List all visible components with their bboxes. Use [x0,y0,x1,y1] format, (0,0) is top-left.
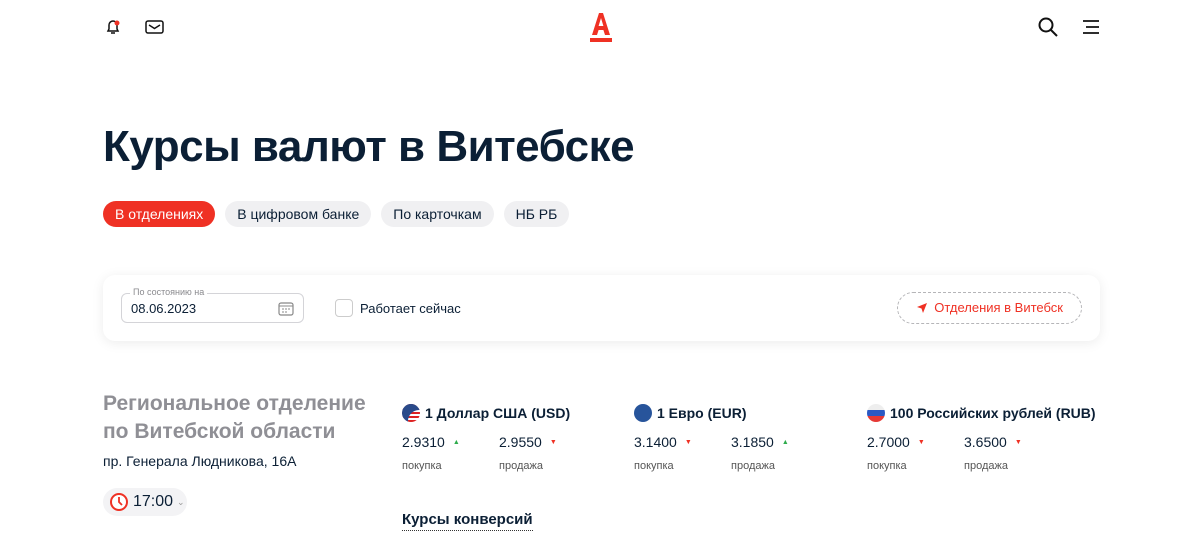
office-name-line2: по Витебской области [103,420,336,443]
notifications-button[interactable] [104,18,122,41]
currency-name: 1 Евро (EUR) [657,405,747,421]
sell-label: продажа [731,460,775,472]
menu-button[interactable] [1082,19,1100,40]
page-title: Курсы валют в Витебске [103,122,635,171]
office-name: Региональное отделение по Витебской облас… [103,390,366,446]
branches-label: Отделения в Витебск [934,300,1063,315]
arrow-down-icon: ▼ [549,439,557,447]
alfa-logo[interactable] [589,9,613,50]
tab-digital-bank[interactable]: В цифровом банке [225,201,372,227]
buy-label: покупка [867,460,907,472]
eu-flag-icon [634,404,652,422]
arrow-up-icon: ▲ [452,439,460,447]
buy-label: покупка [634,460,674,472]
us-flag-icon [402,404,420,422]
office-name-line1: Региональное отделение [103,392,366,415]
filter-panel: По состоянию на 08.06.2023 Работает сейч… [103,275,1100,341]
arrow-down-icon: ▼ [917,439,925,447]
navigation-icon [917,303,928,313]
calendar-icon[interactable] [278,301,294,316]
sell-rate: 3.6500 [964,434,1007,450]
arrow-up-icon: ▲ [781,439,789,447]
ru-flag-icon [867,404,885,422]
hours-value: 17:00 [133,493,174,510]
office-address: пр. Генерала Людникова, 16А [103,453,297,469]
buy-rate: 2.7000 [867,434,910,450]
date-value: 08.06.2023 [131,301,197,316]
date-field[interactable]: По состоянию на 08.06.2023 [121,287,304,323]
rate-tabs: В отделениях В цифровом банке По карточк… [103,201,570,227]
currency-name: 1 Доллар США (USD) [425,405,571,421]
open-now-label[interactable]: Работает сейчас [360,301,461,316]
clock-icon [110,493,128,511]
bell-icon [106,20,120,34]
buy-rate: 3.1400 [634,434,677,450]
currency-eur: 1 Евро (EUR) 3.1400 ▼ покупка 3.1850 ▲ прода… [634,404,854,472]
sell-rate: 3.1850 [731,434,774,450]
search-button[interactable] [1038,17,1058,42]
sell-rate: 2.9550 [499,434,542,450]
arrow-down-icon: ▼ [684,439,692,447]
currency-name: 100 Российских рублей (RUB) [890,405,1096,421]
date-label: По состоянию на [130,287,208,297]
currency-rub: 100 Российских рублей (RUB) 2.7000 ▼ покуп… [867,404,1107,472]
tab-nbrb[interactable]: НБ РБ [503,201,570,227]
currency-usd: 1 Доллар США (USD) 2.9310 ▲ покупка 2.9550… [402,404,622,472]
arrow-down-icon: ▼ [1014,439,1022,447]
tab-cards[interactable]: По карточкам [381,201,494,227]
sell-label: продажа [964,460,1008,472]
search-icon [1038,17,1058,37]
branches-button[interactable]: Отделения в Витебск [897,292,1082,324]
buy-label: покупка [402,460,442,472]
hours-dropdown[interactable]: 17:00 ⌄ [103,488,187,516]
menu-icon [1083,20,1099,34]
chevron-down-icon: ⌄ [177,496,185,507]
sell-label: продажа [499,460,543,472]
buy-rate: 2.9310 [402,434,445,450]
conversion-rates-link[interactable]: Курсы конверсий [402,511,533,531]
messages-button[interactable] [145,19,164,40]
tab-branches[interactable]: В отделениях [103,201,216,227]
open-now-checkbox[interactable] [335,299,353,317]
mail-icon [145,20,164,34]
